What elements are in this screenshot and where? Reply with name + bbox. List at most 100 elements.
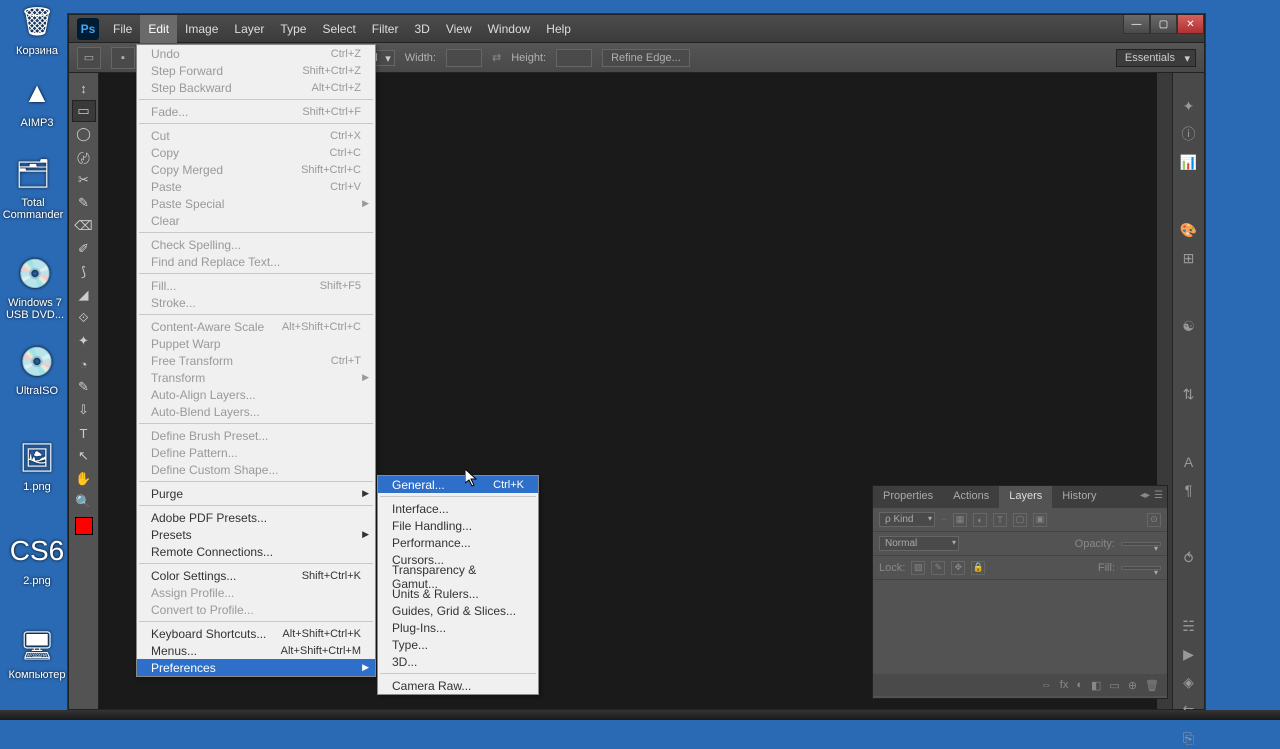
tool-13[interactable]: ✎ bbox=[72, 376, 96, 398]
menu-item-transparency---gamut---[interactable]: Transparency & Gamut... bbox=[378, 568, 538, 585]
panel-icon-14[interactable]: ⥀ bbox=[1177, 547, 1201, 569]
filter-toggle-icon[interactable]: ⊙ bbox=[1147, 513, 1161, 527]
filter-pixel-icon[interactable]: ▦ bbox=[953, 513, 967, 527]
height-input[interactable] bbox=[556, 49, 592, 67]
menu-item-units---rulers---[interactable]: Units & Rulers... bbox=[378, 585, 538, 602]
opacity-input[interactable] bbox=[1121, 542, 1161, 546]
tool-5[interactable]: ✎ bbox=[72, 192, 96, 214]
menu-filter[interactable]: Filter bbox=[364, 15, 407, 43]
filter-smart-icon[interactable]: ▣ bbox=[1033, 513, 1047, 527]
tool-9[interactable]: ◢ bbox=[72, 284, 96, 306]
menu-file[interactable]: File bbox=[105, 15, 140, 43]
tool-11[interactable]: ✦ bbox=[72, 330, 96, 352]
menu-item-type---[interactable]: Type... bbox=[378, 636, 538, 653]
tool-12[interactable]: ◔ bbox=[72, 353, 96, 375]
panel-icon-7[interactable]: ☯ bbox=[1177, 315, 1201, 337]
tool-6[interactable]: ⌫ bbox=[72, 215, 96, 237]
menu-item-3d---[interactable]: 3D... bbox=[378, 653, 538, 670]
desktop-icon-2-png[interactable]: CS62.png bbox=[6, 530, 68, 587]
layer-action-icon[interactable]: ⊕ bbox=[1128, 679, 1137, 692]
tool-8[interactable]: ⟆ bbox=[72, 261, 96, 283]
filter-adjust-icon[interactable]: ◐ bbox=[973, 513, 987, 527]
tool-4[interactable]: ✂ bbox=[72, 169, 96, 191]
lock-trans-icon[interactable]: ▨ bbox=[911, 561, 925, 575]
width-input[interactable] bbox=[446, 49, 482, 67]
desktop-icon-1-png[interactable]: 🖼1.png bbox=[6, 436, 68, 493]
panel-icon-1[interactable]: ⓘ bbox=[1177, 123, 1201, 145]
close-button[interactable]: ✕ bbox=[1177, 15, 1204, 34]
tool-14[interactable]: ⇩ bbox=[72, 399, 96, 421]
panel-icon-4[interactable]: 🎨 bbox=[1177, 219, 1201, 241]
menu-item-preferences[interactable]: Preferences▶ bbox=[137, 659, 375, 676]
foreground-color-swatch[interactable] bbox=[75, 517, 93, 535]
filter-kind-select[interactable]: ρ Kind bbox=[879, 512, 935, 527]
menu-3d[interactable]: 3D bbox=[406, 15, 437, 43]
panel-icon-11[interactable]: A bbox=[1177, 451, 1201, 473]
lock-move-icon[interactable]: ✥ bbox=[951, 561, 965, 575]
desktop-icon-windows-7-usb-dvd---[interactable]: 💿Windows 7 USB DVD... bbox=[4, 252, 66, 321]
menu-item-menus---[interactable]: Menus...Alt+Shift+Ctrl+M bbox=[137, 642, 375, 659]
lock-all-icon[interactable]: 🔒 bbox=[971, 561, 985, 575]
menu-item-performance---[interactable]: Performance... bbox=[378, 534, 538, 551]
layer-action-icon[interactable]: ◧ bbox=[1091, 679, 1101, 692]
tool-17[interactable]: ✋ bbox=[72, 468, 96, 490]
swap-icon[interactable]: ⇄ bbox=[492, 51, 501, 64]
menu-item-presets[interactable]: Presets▶ bbox=[137, 526, 375, 543]
desktop-icon-компьютер[interactable]: 🖥Компьютер bbox=[6, 624, 68, 681]
layer-action-icon[interactable]: ⇔ bbox=[1041, 679, 1052, 691]
panel-icon-15[interactable] bbox=[1177, 575, 1201, 597]
filter-type-icon[interactable]: T bbox=[993, 513, 1007, 527]
menu-edit[interactable]: Edit bbox=[140, 15, 177, 43]
menu-window[interactable]: Window bbox=[480, 15, 539, 43]
menu-select[interactable]: Select bbox=[314, 15, 363, 43]
panel-icon-0[interactable]: ✦ bbox=[1177, 95, 1201, 117]
tool-2[interactable]: ◯ bbox=[72, 123, 96, 145]
panel-icon-12[interactable]: ¶ bbox=[1177, 479, 1201, 501]
blend-mode-select[interactable]: Normal bbox=[879, 536, 959, 551]
menu-item-purge[interactable]: Purge▶ bbox=[137, 485, 375, 502]
tool-1[interactable]: ▭ bbox=[72, 100, 96, 122]
panel-tab-actions[interactable]: Actions bbox=[943, 486, 999, 508]
panel-tab-history[interactable]: History bbox=[1052, 486, 1106, 508]
panel-icon-20[interactable]: ⎘ bbox=[1177, 727, 1201, 749]
menu-item-camera-raw---[interactable]: Camera Raw... bbox=[378, 677, 538, 694]
tool-18[interactable]: 🔍 bbox=[72, 491, 96, 513]
menu-item-adobe-pdf-presets---[interactable]: Adobe PDF Presets... bbox=[137, 509, 375, 526]
layer-action-icon[interactable]: ▭ bbox=[1109, 679, 1119, 692]
menu-item-color-settings---[interactable]: Color Settings...Shift+Ctrl+K bbox=[137, 567, 375, 584]
panel-menu-icon[interactable]: ☰ bbox=[1154, 490, 1163, 504]
menu-item-interface---[interactable]: Interface... bbox=[378, 500, 538, 517]
panel-tab-layers[interactable]: Layers bbox=[999, 486, 1052, 508]
panel-icon-16[interactable]: ☵ bbox=[1177, 615, 1201, 637]
tool-16[interactable]: ↖ bbox=[72, 445, 96, 467]
menu-item-file-handling---[interactable]: File Handling... bbox=[378, 517, 538, 534]
menu-view[interactable]: View bbox=[438, 15, 480, 43]
tool-preset-icon[interactable]: ▭ bbox=[77, 47, 101, 69]
collapse-icon[interactable]: ◂▸ bbox=[1140, 490, 1150, 504]
panel-icon-13[interactable] bbox=[1177, 507, 1201, 529]
panel-icon-8[interactable] bbox=[1177, 343, 1201, 365]
tool-15[interactable]: T bbox=[72, 422, 96, 444]
menu-item-guides--grid---slices---[interactable]: Guides, Grid & Slices... bbox=[378, 602, 538, 619]
panel-icon-3[interactable] bbox=[1177, 179, 1201, 201]
menu-image[interactable]: Image bbox=[177, 15, 226, 43]
layer-action-icon[interactable]: ◐ bbox=[1076, 679, 1083, 691]
panel-icon-5[interactable]: ⊞ bbox=[1177, 247, 1201, 269]
tool-10[interactable]: ⟐ bbox=[72, 307, 96, 329]
tool-0[interactable]: ↕ bbox=[72, 77, 96, 99]
layer-action-icon[interactable]: fx bbox=[1060, 679, 1069, 691]
panel-icon-17[interactable]: ▶ bbox=[1177, 643, 1201, 665]
panel-icon-10[interactable] bbox=[1177, 411, 1201, 433]
workspace-select[interactable]: Essentials bbox=[1116, 49, 1196, 67]
desktop-icon-total-commander[interactable]: 🗂Total Commander bbox=[2, 152, 64, 221]
tool-3[interactable]: 〄 bbox=[72, 146, 96, 168]
menu-item-keyboard-shortcuts---[interactable]: Keyboard Shortcuts...Alt+Shift+Ctrl+K bbox=[137, 625, 375, 642]
menu-type[interactable]: Type bbox=[272, 15, 314, 43]
selection-new-icon[interactable]: ▪ bbox=[111, 47, 135, 69]
minimize-button[interactable]: — bbox=[1123, 15, 1150, 34]
maximize-button[interactable]: ▢ bbox=[1150, 15, 1177, 34]
desktop-icon-корзина[interactable]: 🗑Корзина bbox=[6, 0, 68, 57]
desktop-icon-aimp3[interactable]: ▲AIMP3 bbox=[6, 72, 68, 129]
panel-tab-properties[interactable]: Properties bbox=[873, 486, 943, 508]
tool-7[interactable]: ✐ bbox=[72, 238, 96, 260]
